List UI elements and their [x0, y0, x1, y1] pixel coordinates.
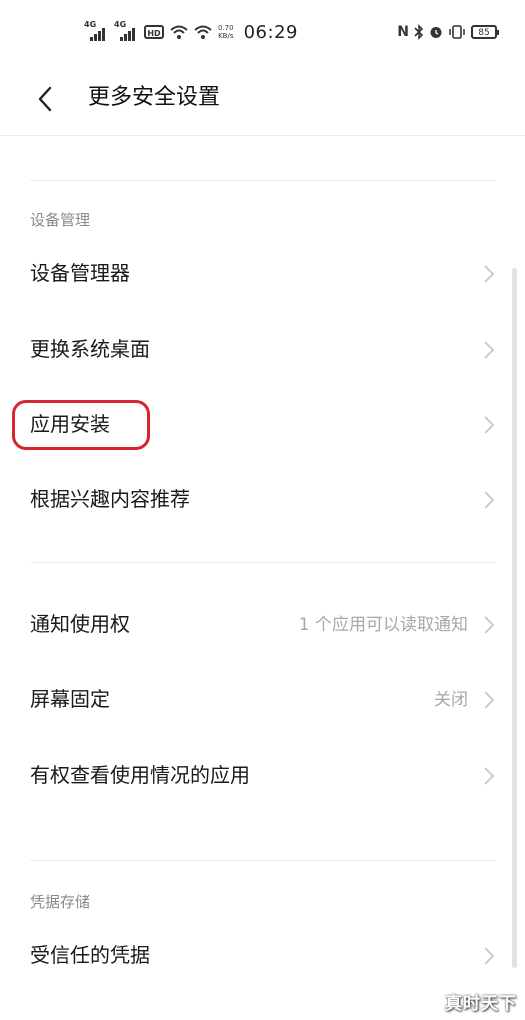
bluetooth-icon: [414, 24, 424, 40]
list-item-label: 有权查看使用情况的应用: [30, 763, 250, 787]
watermark: 真时天下: [445, 994, 517, 1014]
chevron-right-icon: [484, 491, 495, 509]
chevron-right-icon: [484, 947, 495, 965]
page-title: 更多安全设置: [88, 85, 221, 110]
list-item-value: 1 个应用可以读取通知: [298, 615, 468, 635]
section-divider: [30, 562, 496, 563]
wifi-icon-secondary: [194, 25, 212, 39]
chevron-right-icon: [484, 691, 495, 709]
list-item-label: 屏幕固定: [30, 687, 110, 711]
header-divider: [0, 135, 525, 136]
list-item-label: 设备管理器: [30, 261, 130, 285]
chevron-right-icon: [484, 416, 495, 434]
section-divider: [30, 180, 496, 181]
list-item-label: 通知使用权: [30, 612, 130, 636]
scrollbar[interactable]: [512, 268, 517, 968]
list-item-label: 更换系统桌面: [30, 337, 150, 361]
list-item-change-launcher[interactable]: 更换系统桌面: [0, 320, 510, 380]
network-speed-unit: KB/s: [218, 32, 234, 40]
app-header: 更多安全设置: [0, 62, 525, 136]
highlight-annotation: [12, 400, 150, 450]
signal-icon-sim2: 4G: [114, 21, 138, 43]
status-bar: 4G 4G HD 0.70 KB/s 06:29 Ν 85: [0, 0, 525, 62]
nfc-icon: Ν: [397, 24, 409, 40]
chevron-right-icon: [484, 616, 495, 634]
list-item-interest-recommendation[interactable]: 根据兴趣内容推荐: [0, 470, 510, 530]
back-button[interactable]: [30, 84, 60, 114]
list-item-label: 受信任的凭据: [30, 943, 150, 967]
status-bar-left: 4G 4G HD 0.70 KB/s 06:29: [84, 20, 298, 44]
list-item-notification-access[interactable]: 通知使用权 1 个应用可以读取通知: [0, 595, 510, 655]
chevron-right-icon: [484, 265, 495, 283]
network-speed: 0.70 KB/s: [218, 24, 234, 40]
list-item-usage-access[interactable]: 有权查看使用情况的应用: [0, 746, 510, 806]
status-bar-right: Ν 85: [397, 20, 499, 44]
list-item-screen-pinning[interactable]: 屏幕固定 关闭: [0, 670, 510, 730]
section-label-device-management: 设备管理: [30, 211, 91, 229]
list-item-device-admin[interactable]: 设备管理器: [0, 244, 510, 304]
wifi-icon: [170, 25, 188, 39]
vibrate-icon: [449, 25, 465, 39]
list-item-label: 根据兴趣内容推荐: [30, 487, 190, 511]
battery-icon: 85: [471, 25, 499, 39]
chevron-right-icon: [484, 341, 495, 359]
list-item-value: 关闭: [434, 690, 468, 710]
list-item-trusted-credentials[interactable]: 受信任的凭据: [0, 926, 510, 986]
signal-icon-sim1: 4G: [84, 21, 108, 43]
alarm-icon: [430, 27, 442, 38]
network-speed-value: 0.70: [218, 24, 234, 32]
chevron-left-icon: [38, 86, 52, 112]
chevron-right-icon: [484, 767, 495, 785]
clock: 06:29: [243, 21, 298, 43]
section-divider: [30, 860, 496, 861]
section-label-credential-storage: 凭据存储: [30, 893, 91, 911]
hd-voice-icon: HD: [144, 25, 164, 39]
